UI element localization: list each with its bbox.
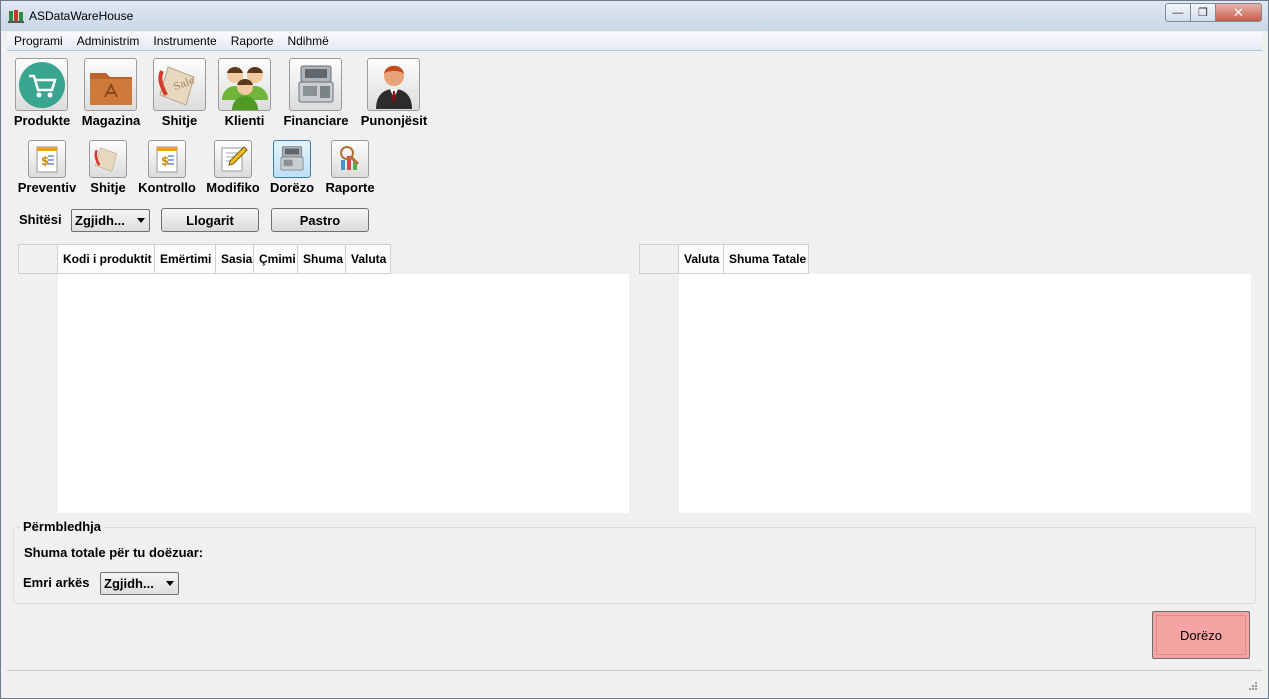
column-header-cmimi[interactable]: Çmimi xyxy=(254,244,298,274)
register-name-label: Emri arkës xyxy=(23,575,90,590)
clients-group-icon xyxy=(221,66,268,110)
punonjesit-label: Punonjësit xyxy=(360,113,428,128)
punonjesit-button[interactable] xyxy=(367,58,420,111)
klienti-label: Klienti xyxy=(224,113,265,128)
column-header-shuma-tatale[interactable]: Shuma Tatale xyxy=(724,244,809,274)
shopping-cart-icon xyxy=(18,61,65,108)
minimize-icon: — xyxy=(1172,6,1184,19)
sale-tag-icon: Sale xyxy=(157,65,196,106)
app-icon xyxy=(8,10,24,23)
produkte-button[interactable] xyxy=(15,58,68,111)
total-to-deliver-label: Shuma totale për tu doëzuar: xyxy=(24,545,204,560)
document-money-icon: $ xyxy=(156,146,178,173)
menu-administrim[interactable]: Administrim xyxy=(70,32,147,50)
maximize-icon: ❐ xyxy=(1198,7,1208,19)
column-header-kodi[interactable]: Kodi i produktit xyxy=(58,244,155,274)
chevron-down-icon xyxy=(166,581,174,586)
financiare-button[interactable] xyxy=(289,58,342,111)
modifiko-label: Modifiko xyxy=(206,180,260,195)
raporte-button[interactable] xyxy=(331,140,369,178)
shitje-large-button[interactable]: Sale xyxy=(153,58,206,111)
column-header-valuta[interactable]: Valuta xyxy=(346,244,391,274)
register-dropdown-value: Zgjidh... xyxy=(104,576,154,591)
minimize-button[interactable]: — xyxy=(1165,3,1191,22)
status-bar xyxy=(7,670,1262,694)
magazina-button[interactable] xyxy=(84,58,137,111)
menu-raporte[interactable]: Raporte xyxy=(224,32,281,50)
dorezo-toolbar-label: Dorëzo xyxy=(269,180,315,195)
financiare-label: Financiare xyxy=(283,113,349,128)
shitje-small-button[interactable] xyxy=(89,140,127,178)
row-header-column xyxy=(639,244,679,513)
produkte-label: Produkte xyxy=(13,113,71,128)
preventiv-label: Preventiv xyxy=(17,180,77,195)
cash-register-icon xyxy=(298,65,333,102)
seller-dropdown-value: Zgjidh... xyxy=(75,213,125,228)
summary-group xyxy=(13,527,1256,604)
clear-button[interactable]: Pastro xyxy=(271,208,369,232)
summary-title: Përmbledhja xyxy=(20,519,105,534)
menu-bar: Programi Administrim Instrumente Raporte… xyxy=(7,32,1262,51)
menu-programi[interactable]: Programi xyxy=(7,32,70,50)
raporte-label: Raporte xyxy=(325,180,375,195)
window-title: ASDataWareHouse xyxy=(29,9,134,23)
column-header-sasia[interactable]: Sasia xyxy=(216,244,254,274)
title-bar[interactable]: ASDataWareHouse — ❐ ✕ xyxy=(1,1,1268,31)
seller-dropdown[interactable]: Zgjidh... xyxy=(71,209,150,232)
menu-instrumente[interactable]: Instrumente xyxy=(146,32,223,50)
row-header-column xyxy=(18,244,58,513)
preventiv-button[interactable]: $ xyxy=(28,140,66,178)
column-header-shuma[interactable]: Shuma xyxy=(298,244,346,274)
magazina-label: Magazina xyxy=(81,113,141,128)
column-header-valuta-totals[interactable]: Valuta xyxy=(679,244,724,274)
table-corner[interactable] xyxy=(18,244,58,274)
calculate-button[interactable]: Llogarit xyxy=(161,208,259,232)
close-icon: ✕ xyxy=(1233,4,1244,20)
kontrollo-label: Kontrollo xyxy=(138,180,196,195)
resize-grip-icon[interactable] xyxy=(1248,681,1258,691)
products-table[interactable]: Kodi i produktit Emërtimi Sasia Çmimi Sh… xyxy=(18,244,629,513)
dorezo-toolbar-button[interactable] xyxy=(273,140,311,178)
totals-table[interactable]: Valuta Shuma Tatale xyxy=(639,244,1251,513)
register-dropdown[interactable]: Zgjidh... xyxy=(100,572,179,595)
modifiko-button[interactable] xyxy=(214,140,252,178)
cash-register-icon xyxy=(280,146,304,171)
shitje-large-label: Shitje xyxy=(161,113,198,128)
menu-ndihme[interactable]: Ndihmë xyxy=(280,32,335,50)
deliver-button[interactable]: Dorëzo xyxy=(1152,611,1250,659)
sale-tag-icon xyxy=(94,147,118,172)
employee-icon xyxy=(375,65,412,109)
report-magnifier-icon xyxy=(340,146,360,170)
chevron-down-icon xyxy=(137,218,145,223)
seller-label: Shitësi xyxy=(19,212,62,227)
warehouse-folder-icon xyxy=(89,72,132,105)
app-window: ASDataWareHouse — ❐ ✕ Programi Administr… xyxy=(0,0,1269,699)
deliver-button-label: Dorëzo xyxy=(1180,627,1222,643)
document-money-icon: $ xyxy=(36,146,58,173)
column-header-emertimi[interactable]: Emërtimi xyxy=(155,244,216,274)
table-corner[interactable] xyxy=(639,244,679,274)
maximize-button[interactable]: ❐ xyxy=(1191,3,1216,22)
kontrollo-button[interactable]: $ xyxy=(148,140,186,178)
edit-pencil-icon xyxy=(221,146,248,172)
shitje-small-label: Shitje xyxy=(90,180,126,195)
klienti-button[interactable] xyxy=(218,58,271,111)
close-button[interactable]: ✕ xyxy=(1216,3,1262,22)
